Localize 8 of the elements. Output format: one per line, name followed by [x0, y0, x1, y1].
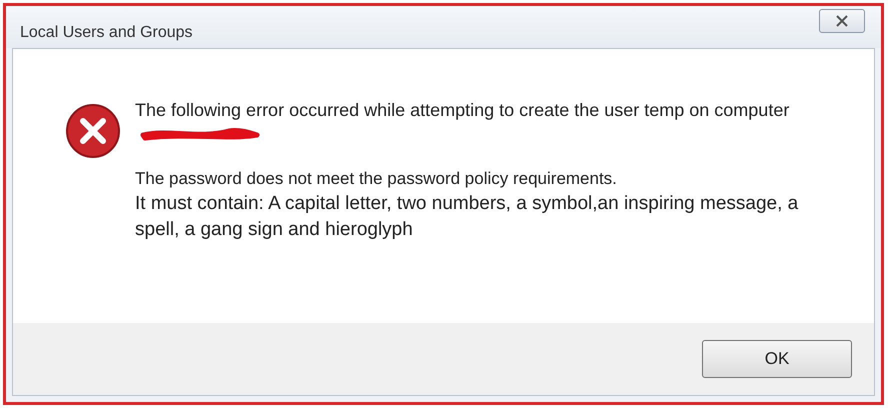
error-icon [65, 103, 121, 159]
close-icon [835, 15, 849, 27]
window-title: Local Users and Groups [20, 24, 193, 42]
ok-button[interactable]: OK [702, 340, 852, 378]
close-button[interactable] [819, 9, 865, 33]
requirements-message: It must contain: A capital letter, two numbers, a symbol,an inspiring message, a spell, a gang sign and hieroglyph [135, 192, 800, 242]
error-message: The following error occurred while attempting to create the user temp on computer [135, 100, 790, 120]
policy-message: The password does not meet the password policy requirements. [135, 169, 618, 189]
